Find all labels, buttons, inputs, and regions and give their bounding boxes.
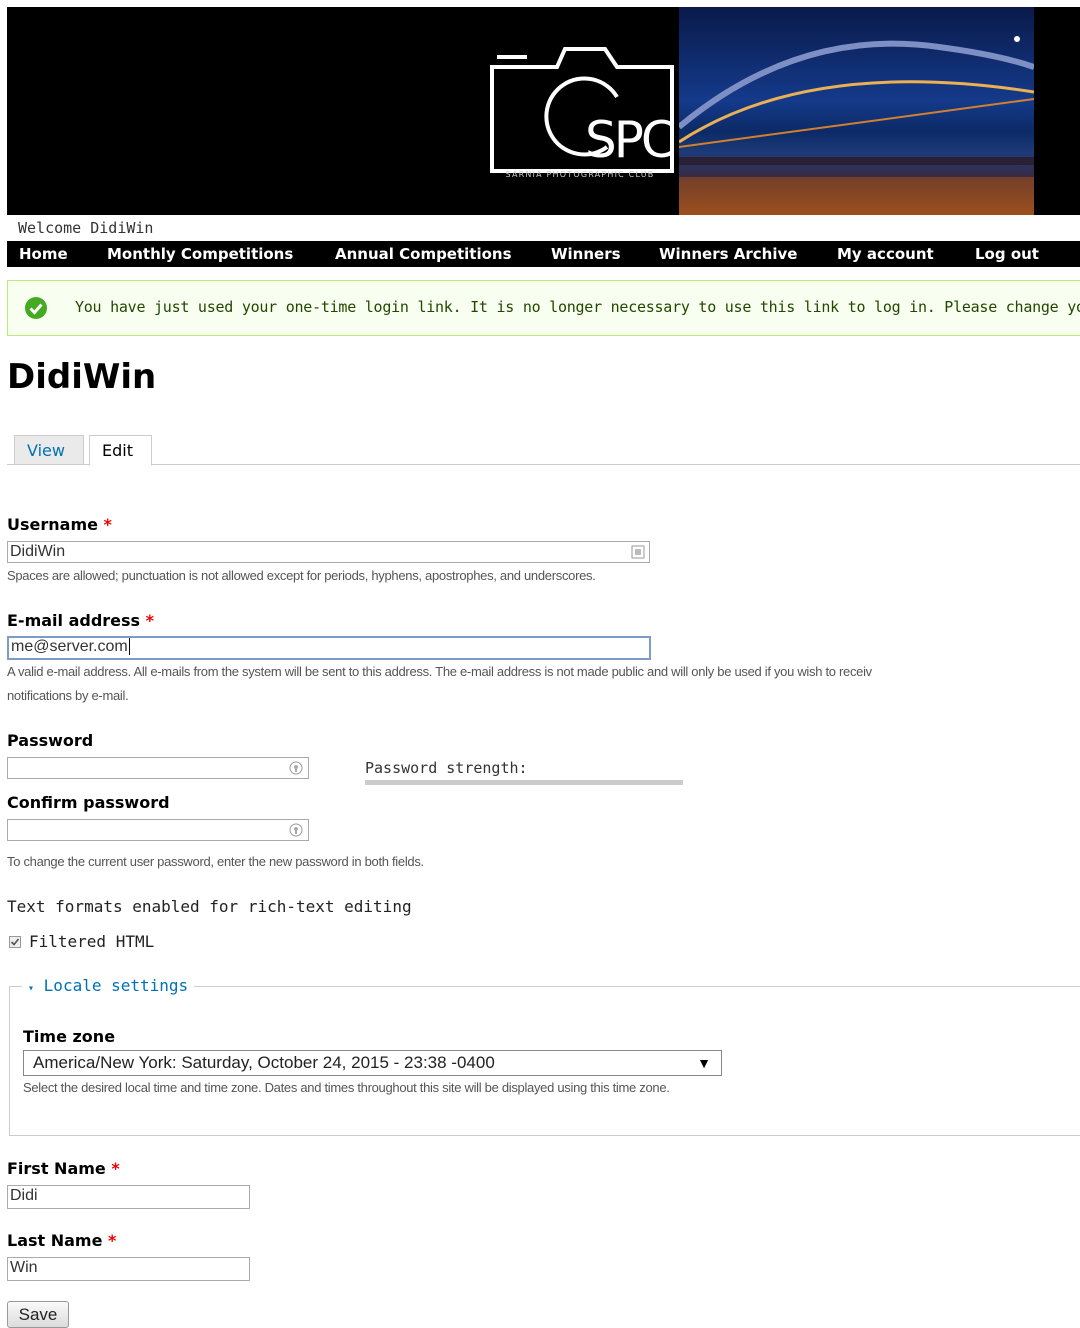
username-label: Username * bbox=[7, 515, 112, 534]
first-name-value: Didi bbox=[10, 1187, 38, 1204]
password-strength-label: Password strength: bbox=[365, 759, 528, 777]
password-key-icon[interactable] bbox=[289, 761, 303, 775]
password-label: Password bbox=[7, 731, 94, 750]
email-label-text: E-mail address bbox=[7, 611, 141, 630]
required-marker: * bbox=[145, 611, 155, 630]
confirm-password-field[interactable] bbox=[7, 819, 309, 841]
required-marker: * bbox=[108, 1231, 117, 1250]
site-banner: SPC SARNIA PHOTOGRAPHIC CLUB bbox=[7, 7, 1080, 215]
filtered-html-checkbox[interactable] bbox=[9, 936, 21, 948]
timezone-description: Select the desired local time and time z… bbox=[23, 1080, 670, 1095]
collapse-triangle-icon: ▾ bbox=[28, 983, 35, 994]
status-message: You have just used your one-time login l… bbox=[7, 280, 1080, 336]
first-name-field[interactable]: Didi bbox=[7, 1185, 250, 1209]
text-cursor bbox=[128, 638, 130, 655]
dropdown-arrow-icon: ▼ bbox=[697, 1055, 711, 1071]
email-value: me@server.com bbox=[11, 638, 128, 655]
last-name-value: Win bbox=[10, 1259, 38, 1276]
save-button[interactable]: Save bbox=[7, 1301, 69, 1328]
password-field[interactable] bbox=[7, 757, 309, 779]
nav-monthly-competitions[interactable]: Monthly Competitions bbox=[107, 241, 293, 267]
email-label: E-mail address * bbox=[7, 611, 154, 630]
username-value: DidiWin bbox=[10, 543, 66, 560]
status-message-text: You have just used your one-time login l… bbox=[75, 298, 1080, 316]
nav-winners-archive[interactable]: Winners Archive bbox=[659, 241, 797, 267]
username-field[interactable]: DidiWin bbox=[7, 541, 650, 563]
logo-subtitle: SARNIA PHOTOGRAPHIC CLUB bbox=[505, 170, 655, 179]
password-key-icon[interactable] bbox=[289, 823, 303, 837]
page-title: DidiWin bbox=[7, 357, 157, 397]
username-label-text: Username bbox=[7, 515, 98, 534]
text-formats-label: Text formats enabled for rich-text editi… bbox=[7, 897, 412, 916]
email-description: A valid e-mail address. All e-mails from… bbox=[7, 664, 872, 679]
password-description: To change the current user password, ent… bbox=[7, 854, 424, 869]
tab-edit[interactable]: Edit bbox=[89, 435, 152, 466]
bridge-photo bbox=[679, 7, 1034, 215]
nav-annual-competitions[interactable]: Annual Competitions bbox=[335, 241, 512, 267]
timezone-value: America/New York: Saturday, October 24, … bbox=[33, 1053, 495, 1072]
nav-winners[interactable]: Winners bbox=[551, 241, 621, 267]
required-marker: * bbox=[103, 515, 112, 534]
confirm-password-label: Confirm password bbox=[7, 793, 170, 812]
timezone-select[interactable]: America/New York: Saturday, October 24, … bbox=[23, 1050, 722, 1076]
email-description-2: notifications by e-mail. bbox=[7, 688, 129, 703]
nav-my-account[interactable]: My account bbox=[837, 241, 934, 267]
nav-home[interactable]: Home bbox=[19, 241, 68, 267]
first-name-label: First Name * bbox=[7, 1159, 120, 1178]
locale-settings-toggle[interactable]: ▾ Locale settings bbox=[22, 976, 195, 995]
welcome-text: Welcome DidiWin bbox=[18, 219, 154, 237]
first-name-label-text: First Name bbox=[7, 1159, 106, 1178]
check-circle-icon bbox=[25, 297, 47, 319]
main-nav: Home Monthly Competitions Annual Competi… bbox=[7, 241, 1080, 267]
tabs-divider bbox=[7, 464, 1080, 465]
username-description: Spaces are allowed; punctuation is not a… bbox=[7, 568, 596, 583]
timezone-label: Time zone bbox=[23, 1027, 116, 1046]
tab-view[interactable]: View bbox=[14, 435, 84, 465]
last-name-label-text: Last Name bbox=[7, 1231, 103, 1250]
logo-text: SPC bbox=[585, 111, 676, 169]
last-name-field[interactable]: Win bbox=[7, 1257, 250, 1281]
password-strength-bar bbox=[365, 780, 683, 785]
autofill-icon[interactable] bbox=[631, 545, 645, 559]
required-marker: * bbox=[111, 1159, 120, 1178]
nav-log-out[interactable]: Log out bbox=[975, 241, 1039, 267]
last-name-label: Last Name * bbox=[7, 1231, 116, 1250]
locale-legend-text: Locale settings bbox=[43, 976, 189, 995]
filtered-html-label: Filtered HTML bbox=[29, 932, 155, 951]
checkmark-icon bbox=[10, 938, 20, 946]
email-field[interactable]: me@server.com bbox=[7, 636, 651, 660]
